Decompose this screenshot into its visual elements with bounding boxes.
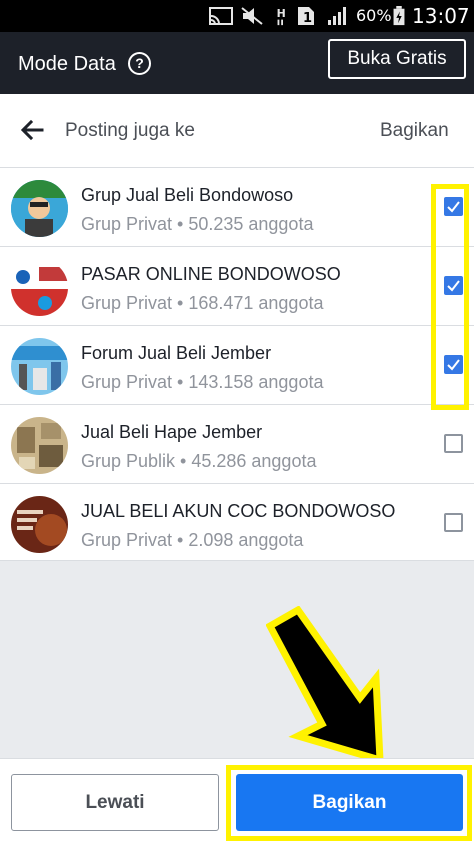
status-bar: H 1 60% 13:07 [0,0,474,32]
group-name: Grup Jual Beli Bondowoso [81,185,294,205]
help-icon[interactable]: ? [128,52,151,75]
group-list: Grup Jual Beli Bondowoso Grup Privat • 5… [0,168,474,561]
page-title: Posting juga ke [65,120,195,141]
group-row[interactable]: PASAR ONLINE BONDOWOSO Grup Privat • 168… [0,247,474,326]
group-meta: Grup Privat • 143.158 anggota [81,372,324,392]
skip-button[interactable]: Lewati [11,774,219,831]
signal-icon [328,7,346,25]
group-row[interactable]: Jual Beli Hape Jember Grup Publik • 45.2… [0,405,474,484]
group-row[interactable]: Grup Jual Beli Bondowoso Grup Privat • 5… [0,168,474,247]
group-checkbox[interactable] [444,513,463,532]
battery-charging-icon [393,6,405,26]
group-avatar [11,496,68,553]
mode-title: Mode Data [18,53,116,75]
data-mode-bar: Mode Data ? Buka Gratis [0,32,474,94]
free-mode-button[interactable]: Buka Gratis [328,39,466,79]
clock: 13:07 [412,4,470,28]
cast-icon [209,7,233,25]
battery-percent: 60% [356,6,392,25]
share-button[interactable]: Bagikan [236,774,463,831]
group-avatar [11,180,68,237]
group-row[interactable]: Forum Jual Beli Jember Grup Privat • 143… [0,326,474,405]
pointer-arrow-annotation [266,606,384,765]
back-arrow-icon[interactable] [18,116,46,144]
group-avatar [11,417,68,474]
group-meta: Grup Publik • 45.286 anggota [81,451,317,471]
group-name: PASAR ONLINE BONDOWOSO [81,264,341,284]
group-meta: Grup Privat • 2.098 anggota [81,530,304,550]
svg-text:1: 1 [303,11,312,26]
group-avatar [11,338,68,395]
group-meta: Grup Privat • 50.235 anggota [81,214,314,234]
group-checkbox[interactable] [444,434,463,453]
group-name: Forum Jual Beli Jember [81,343,272,363]
svg-text:H: H [277,7,286,20]
data-h-icon: H [277,7,286,26]
group-avatar [11,259,68,316]
group-row[interactable]: JUAL BELI AKUN COC BONDOWOSO Grup Privat… [0,484,474,561]
group-meta: Grup Privat • 168.471 anggota [81,293,324,313]
sim-icon: 1 [298,7,314,26]
share-header: Posting juga ke Bagikan [0,94,474,168]
bottom-action-bar: Lewati Bagikan [0,758,474,842]
checkbox-highlight-annotation [431,184,469,410]
mute-icon [241,7,263,25]
header-share-link[interactable]: Bagikan [380,119,449,143]
group-name: Jual Beli Hape Jember [81,422,263,442]
group-name: JUAL BELI AKUN COC BONDOWOSO [81,501,396,521]
